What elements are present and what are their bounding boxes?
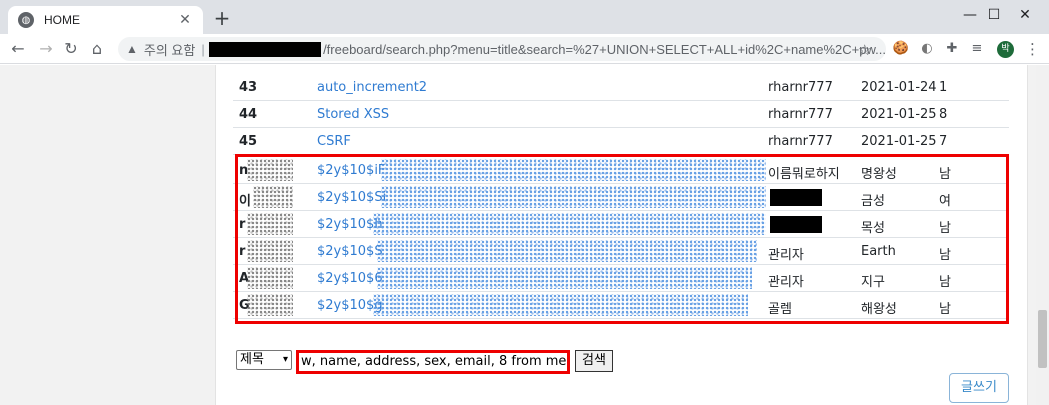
scrollbar-thumb[interactable] [1038,310,1047,368]
post-author: rharnr777 [768,134,833,149]
media-control-icon[interactable]: ≡ [968,40,986,58]
table-row: 45 CSRF rharnr777 2021-01-25 7 [233,128,1009,155]
browser-titlebar: ◍ HOME ✕ + — ☐ ✕ [0,0,1049,34]
post-number: 44 [239,107,258,122]
close-window-button[interactable]: ✕ [1003,4,1047,26]
url-text: /freeboard/search.php?menu=title&search=… [323,41,886,57]
page-scrollbar[interactable] [1036,65,1049,405]
back-button[interactable]: ← [7,38,29,60]
post-number: 45 [239,134,258,149]
post-hits: 8 [939,107,948,122]
post-date: 2021-01-24 [861,80,937,95]
table-row: 43 auto_increment2 rharnr777 2021-01-24 … [233,74,1009,101]
post-hits: 1 [939,80,948,95]
table-row: 44 Stored XSS rharnr777 2021-01-25 8 [233,101,1009,128]
post-number: 43 [239,80,258,95]
close-tab-icon[interactable]: ✕ [177,12,193,28]
select-value: 제목 [240,352,264,367]
search-button[interactable]: 검색 [575,350,613,372]
extension-icon[interactable]: ◐ [918,40,936,58]
url-separator: | [201,41,205,57]
insecure-label[interactable]: 주의 요함 [144,40,195,59]
post-author: rharnr777 [768,80,833,95]
post-title-link[interactable]: CSRF [317,134,351,149]
warning-icon: ▲ [126,42,138,56]
page-viewport: 43 auto_increment2 rharnr777 2021-01-24 … [0,65,1049,405]
new-tab-button[interactable]: + [212,8,232,28]
address-bar[interactable]: ▲ 주의 요함 | /freeboard/search.php?menu=tit… [118,37,886,61]
post-title-link[interactable]: auto_increment2 [317,80,427,95]
post-author: rharnr777 [768,107,833,122]
redacted-host [208,41,322,57]
chrome-menu-icon[interactable]: ⋮ [1025,40,1040,58]
injected-rows-highlight [235,154,1009,324]
write-post-button[interactable]: 글쓰기 [949,373,1009,403]
browser-toolbar: ← → ↻ ⌂ ▲ 주의 요함 | /freeboard/search.php?… [0,34,1049,64]
profile-avatar[interactable]: 박 [997,41,1014,58]
reload-button[interactable]: ↻ [60,38,82,60]
bookmark-star-icon[interactable]: ☆ [858,41,871,59]
globe-icon: ◍ [18,12,34,28]
search-input[interactable]: w, name, address, sex, email, 8 from mem… [296,350,570,374]
post-date: 2021-01-25 [861,134,937,149]
home-button[interactable]: ⌂ [86,38,108,60]
browser-tab[interactable]: ◍ HOME ✕ [8,6,203,34]
post-title-link[interactable]: Stored XSS [317,107,389,122]
post-date: 2021-01-25 [861,107,937,122]
puzzle-extensions-icon[interactable]: ✚ [943,40,961,58]
forward-button[interactable]: → [35,38,57,60]
search-field-select[interactable]: 제목 ▾ [236,350,292,370]
cookie-extension-icon[interactable]: 🍪 [892,40,910,58]
chevron-down-icon: ▾ [282,354,288,365]
post-hits: 7 [939,134,948,149]
tab-title: HOME [44,13,80,27]
